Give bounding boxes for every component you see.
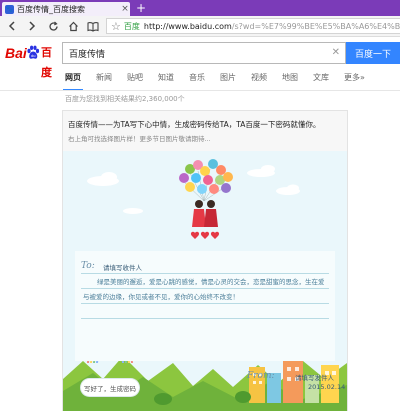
clear-search-icon[interactable]: ✕ [332, 47, 340, 58]
baidu-chuanqing-card: 百度传情——为TA写下心中情，生成密码传给TA，TA百度一下密码就懂你。 右上角… [62, 110, 348, 411]
tab-news[interactable]: 新闻 [96, 69, 112, 89]
letter-rule [81, 318, 329, 319]
address-bar[interactable]: ☆ 百度 http://www.baidu.com/s?wd=%E7%99%BE… [106, 18, 400, 34]
search-category-tabs: 网页 新闻 贴吧 知道 音乐 图片 视频 地图 文库 更多» [63, 69, 380, 91]
letter-rule [81, 273, 329, 274]
recipient-field[interactable]: 请填写收件人 [103, 262, 142, 272]
valentine-illustration: To: 请填写收件人 绿是美丽的邂逅，爱是心跳的感觉，情是心灵的交会，恋是甜蜜的… [63, 151, 347, 411]
tab-music[interactable]: 音乐 [189, 69, 205, 89]
tab-more[interactable]: 更多» [344, 69, 365, 89]
back-button[interactable] [4, 18, 20, 34]
reader-button[interactable] [85, 18, 101, 34]
browser-tab[interactable]: 🐾 百度传情_百度搜索 × [2, 2, 130, 16]
reload-icon [48, 21, 58, 31]
letter-panel: To: 请填写收件人 绿是美丽的邂逅，爱是心跳的感觉，情是心灵的交会，恋是甜蜜的… [75, 251, 345, 391]
hearts [190, 231, 220, 239]
book-icon [87, 21, 99, 32]
tab-map[interactable]: 地图 [282, 69, 298, 89]
site-label: 百度 [123, 21, 140, 31]
baidu-favicon-icon: 🐾 [5, 4, 14, 14]
card-subtitle: 右上角可找选择图片样！更多节日图片敬请期待... [68, 135, 211, 143]
logo-text-du: 百度 [41, 46, 52, 79]
url-path: /s?wd=%E7%99%BE%E5%BA%A6%E4%BC%A0%E6%83%… [231, 21, 400, 31]
forward-arrow-icon [29, 21, 36, 31]
to-label: To: [81, 261, 95, 271]
tab-wenku[interactable]: 文库 [313, 69, 329, 89]
tab-web[interactable]: 网页 [63, 69, 83, 91]
tab-video[interactable]: 视频 [251, 69, 267, 89]
new-tab-button[interactable]: + [135, 1, 147, 15]
home-button[interactable] [65, 18, 81, 34]
search-button[interactable]: 百度一下 [346, 42, 400, 64]
home-icon [68, 21, 78, 31]
bookmark-star-icon[interactable]: ☆ [111, 20, 121, 33]
svg-text:du: du [31, 53, 35, 58]
logo-text-bai: Bai [5, 45, 27, 61]
sender-field[interactable]: 请填写发件人 [295, 372, 334, 382]
browser-toolbar: ☆ 百度 http://www.baidu.com/s?wd=%E7%99%BE… [0, 16, 400, 37]
tab-images[interactable]: 图片 [220, 69, 236, 89]
browser-tab-bar: 🐾 百度传情_百度搜索 × + [0, 0, 400, 16]
card-header: 百度传情——为TA写下心中情，生成密码传给TA，TA百度一下密码就懂你。 右上角… [63, 111, 347, 151]
forward-button[interactable] [24, 18, 40, 34]
tab-tieba[interactable]: 贴吧 [127, 69, 143, 89]
card-title[interactable]: 百度传情——为TA写下心中情，生成密码传给TA，TA百度一下密码就懂你。 [68, 119, 320, 130]
tab-close-icon[interactable]: × [120, 4, 130, 14]
baidu-paw-icon: du [27, 45, 40, 59]
tab-title: 百度传情_百度搜索 [17, 4, 85, 14]
back-arrow-icon [8, 21, 15, 31]
from-label: From: [247, 371, 275, 381]
tab-zhidao[interactable]: 知道 [158, 69, 174, 89]
baidu-header: Bai du 百度 ✕ 百度一下 网页 新闻 贴吧 知道 音乐 图片 视频 地图… [0, 37, 400, 96]
generate-code-button[interactable]: 写好了，生成密码 [81, 379, 139, 396]
url-host: http://www.baidu.com [143, 21, 232, 31]
search-box: ✕ [62, 42, 346, 64]
baidu-logo[interactable]: Bai du 百度 [5, 43, 61, 79]
tabs-divider [0, 90, 400, 91]
search-input[interactable] [69, 48, 319, 58]
letter-date: 2015.02.14 [308, 383, 346, 391]
balloons [179, 159, 233, 202]
couple [192, 200, 218, 227]
letter-message[interactable]: 绿是美丽的邂逅，爱是心跳的感觉，情是心灵的交会，恋是甜蜜的思念，生在爱与被爱的边… [83, 275, 329, 305]
result-count: 百度为您找到相关结果约2,360,000个 [65, 95, 185, 103]
reload-button[interactable] [45, 18, 61, 34]
